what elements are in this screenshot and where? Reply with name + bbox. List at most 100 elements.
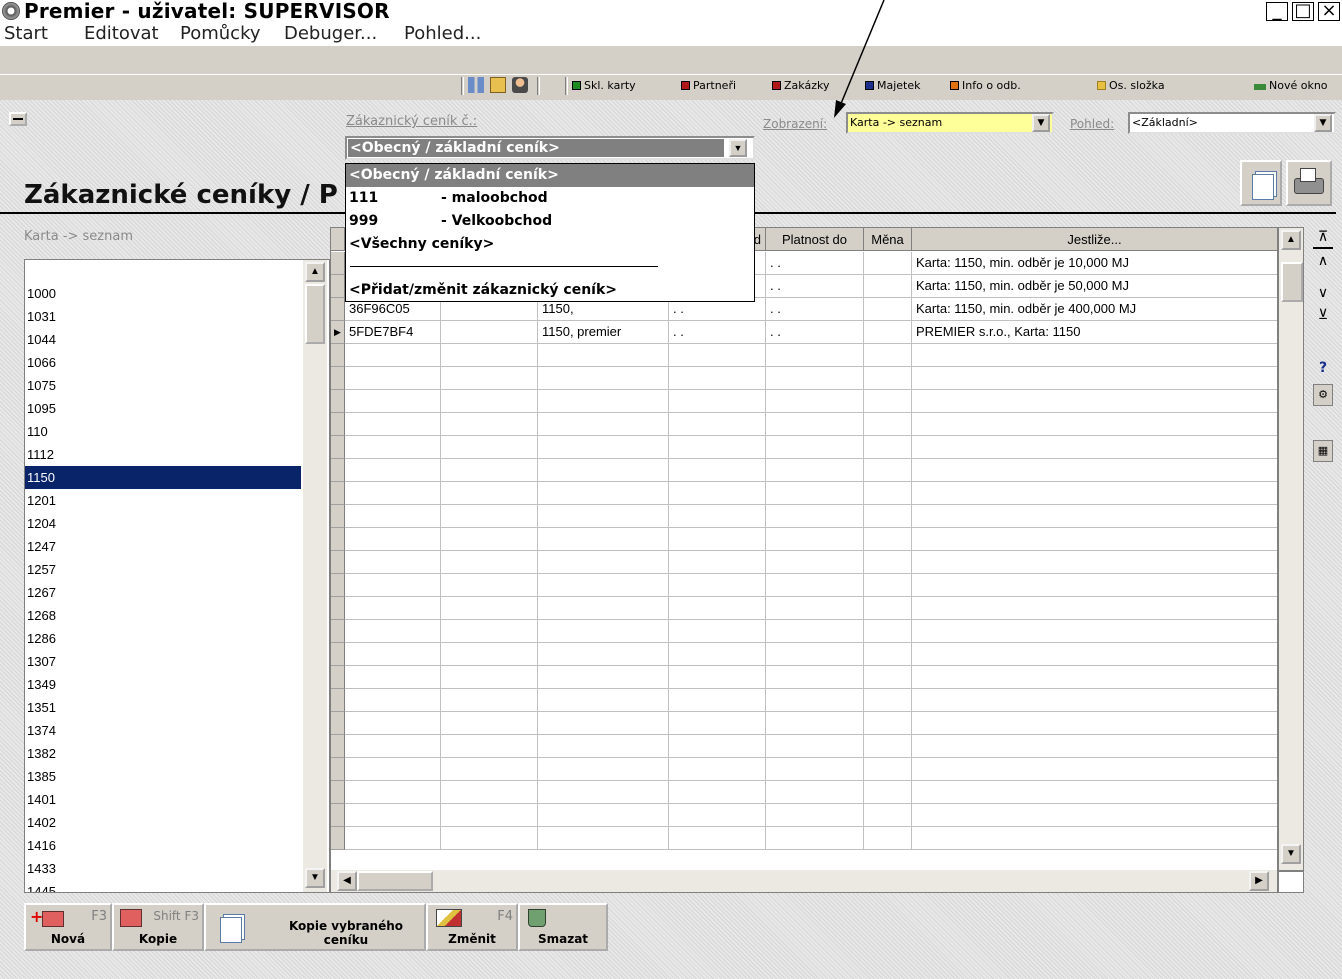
- row-indicator[interactable]: [331, 275, 345, 298]
- table-cell[interactable]: [345, 528, 441, 551]
- table-cell[interactable]: [912, 551, 1277, 574]
- toolbar-info-odb[interactable]: Info o odb.: [950, 79, 1021, 92]
- row-indicator[interactable]: [331, 804, 345, 827]
- row-indicator[interactable]: [331, 712, 345, 735]
- table-cell[interactable]: [441, 367, 538, 390]
- table-cell[interactable]: [538, 367, 669, 390]
- table-cell[interactable]: [912, 689, 1277, 712]
- row-indicator[interactable]: [331, 390, 345, 413]
- list-item[interactable]: 1075: [27, 374, 301, 397]
- table-cell[interactable]: [864, 712, 912, 735]
- table-cell[interactable]: [345, 827, 441, 850]
- list-item[interactable]: 1031: [27, 305, 301, 328]
- table-cell[interactable]: [441, 620, 538, 643]
- menu-pohled[interactable]: Pohled...: [404, 23, 481, 44]
- table-cell[interactable]: [538, 620, 669, 643]
- table-cell[interactable]: [766, 413, 864, 436]
- table-cell[interactable]: Karta: 1150, min. odběr je 50,000 MJ: [912, 275, 1277, 298]
- books-icon[interactable]: [468, 77, 484, 93]
- table-cell[interactable]: [538, 735, 669, 758]
- table-cell[interactable]: [345, 367, 441, 390]
- table-cell[interactable]: [538, 390, 669, 413]
- table-cell[interactable]: [766, 436, 864, 459]
- table-cell[interactable]: [912, 804, 1277, 827]
- table-cell[interactable]: [441, 827, 538, 850]
- table-cell[interactable]: [669, 689, 766, 712]
- scroll-down-icon[interactable]: ▼: [305, 868, 325, 888]
- table-cell[interactable]: [538, 827, 669, 850]
- chevron-down-icon[interactable]: ▼: [729, 139, 747, 157]
- list-item[interactable]: 1150: [25, 466, 301, 489]
- copy-record-button[interactable]: Shift F3 Kopie: [112, 903, 204, 951]
- row-indicator[interactable]: [331, 735, 345, 758]
- row-indicator[interactable]: [331, 436, 345, 459]
- table-cell[interactable]: [912, 712, 1277, 735]
- table-cell[interactable]: 1150, premier: [538, 321, 669, 344]
- edit-button[interactable]: F4 Změnit: [426, 903, 518, 951]
- chevron-down-icon[interactable]: ▼: [1032, 114, 1050, 132]
- grid-hscrollbar[interactable]: ◀ ▶: [331, 870, 1277, 892]
- table-cell[interactable]: [538, 597, 669, 620]
- next-record-icon[interactable]: ∨: [1313, 283, 1333, 305]
- table-cell[interactable]: [766, 804, 864, 827]
- dropdown-item-111[interactable]: 111 - maloobchod: [349, 187, 548, 210]
- list-item[interactable]: 1257: [27, 558, 301, 581]
- list-item[interactable]: 110: [27, 420, 301, 443]
- table-cell[interactable]: [538, 712, 669, 735]
- table-cell[interactable]: [441, 505, 538, 528]
- table-cell[interactable]: [912, 620, 1277, 643]
- list-item[interactable]: 1286: [27, 627, 301, 650]
- menu-debuger[interactable]: Debuger...: [284, 23, 377, 44]
- row-indicator[interactable]: [331, 597, 345, 620]
- row-indicator[interactable]: ▶: [331, 321, 345, 344]
- table-cell[interactable]: [538, 482, 669, 505]
- table-cell[interactable]: [766, 482, 864, 505]
- table-cell[interactable]: [912, 367, 1277, 390]
- list-item[interactable]: 1374: [27, 719, 301, 742]
- help-icon[interactable]: ?: [1313, 358, 1333, 380]
- table-cell[interactable]: [669, 758, 766, 781]
- table-cell[interactable]: [538, 505, 669, 528]
- table-cell[interactable]: . .: [766, 321, 864, 344]
- table-cell[interactable]: [766, 459, 864, 482]
- row-indicator[interactable]: [331, 367, 345, 390]
- settings-icon[interactable]: ⚙: [1313, 384, 1333, 406]
- scroll-left-icon[interactable]: ◀: [337, 871, 357, 891]
- copy-pricelist-button[interactable]: Kopie vybraného ceníku: [204, 903, 426, 951]
- copy-button[interactable]: [1240, 160, 1282, 206]
- table-cell[interactable]: [441, 574, 538, 597]
- table-cell[interactable]: [441, 643, 538, 666]
- prev-record-icon[interactable]: ∧: [1313, 251, 1333, 273]
- hscroll-thumb[interactable]: [357, 871, 433, 891]
- table-cell[interactable]: [864, 689, 912, 712]
- toolbar-nove-okno[interactable]: Nové okno: [1254, 79, 1328, 92]
- table-cell[interactable]: [766, 597, 864, 620]
- list-item[interactable]: 1382: [27, 742, 301, 765]
- table-cell[interactable]: [864, 390, 912, 413]
- table-cell[interactable]: [864, 666, 912, 689]
- list-item[interactable]: 1268: [27, 604, 301, 627]
- table-cell[interactable]: [669, 482, 766, 505]
- list-item[interactable]: 1066: [27, 351, 301, 374]
- table-cell[interactable]: [912, 459, 1277, 482]
- list-item[interactable]: 1204: [27, 512, 301, 535]
- table-cell[interactable]: [669, 666, 766, 689]
- scroll-down-icon[interactable]: ▼: [1281, 844, 1301, 864]
- table-cell[interactable]: [766, 620, 864, 643]
- menu-start[interactable]: Start: [4, 23, 48, 44]
- scroll-thumb[interactable]: [1281, 262, 1303, 302]
- table-cell[interactable]: [345, 344, 441, 367]
- table-cell[interactable]: [766, 367, 864, 390]
- table-cell[interactable]: [912, 827, 1277, 850]
- table-cell[interactable]: [538, 804, 669, 827]
- row-indicator[interactable]: [331, 505, 345, 528]
- table-cell[interactable]: [538, 344, 669, 367]
- table-cell[interactable]: [669, 574, 766, 597]
- row-indicator[interactable]: [331, 666, 345, 689]
- grid-vscrollbar[interactable]: ▲ ▼: [1278, 227, 1304, 871]
- table-cell[interactable]: [441, 597, 538, 620]
- collapse-button[interactable]: [9, 112, 27, 126]
- table-cell[interactable]: [345, 436, 441, 459]
- table-cell[interactable]: [669, 367, 766, 390]
- row-indicator[interactable]: [331, 781, 345, 804]
